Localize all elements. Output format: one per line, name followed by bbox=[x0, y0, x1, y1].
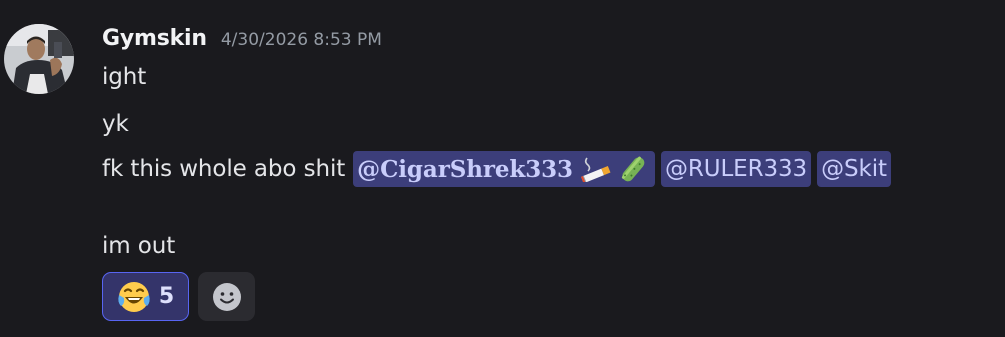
message-line: ight bbox=[102, 64, 147, 90]
reaction-count: 5 bbox=[158, 284, 175, 309]
mention-label: @CigarShrek333 bbox=[357, 155, 573, 183]
message-line: yk bbox=[102, 111, 129, 137]
timestamp[interactable]: 4/30/2026 8:53 PM bbox=[221, 30, 382, 50]
mention-ruler333[interactable]: @RULER333 bbox=[660, 151, 812, 187]
reactions-bar: 5 bbox=[102, 272, 255, 321]
message-text: fk this whole abo shit bbox=[102, 156, 346, 182]
mention-cigarshrek333[interactable]: @CigarShrek333 bbox=[353, 151, 655, 187]
username[interactable]: Gymskin bbox=[102, 26, 207, 51]
chat-message: Gymskin 4/30/2026 8:53 PM ight yk fk thi… bbox=[0, 0, 1005, 337]
message-line-with-mentions: fk this whole abo shit @CigarShrek333 @R… bbox=[102, 150, 891, 188]
reaction-joy[interactable]: 5 bbox=[102, 272, 189, 321]
cucumber-icon bbox=[621, 156, 645, 182]
face-with-tears-of-joy-icon bbox=[118, 281, 150, 312]
message-line: im out bbox=[102, 233, 176, 259]
avatar[interactable] bbox=[4, 24, 74, 94]
message-header: Gymskin 4/30/2026 8:53 PM bbox=[102, 26, 382, 56]
mention-skit[interactable]: @Skit bbox=[817, 151, 891, 187]
cigarette-icon bbox=[580, 157, 611, 182]
smiley-icon bbox=[212, 282, 241, 311]
mention-label: @RULER333 bbox=[664, 156, 808, 182]
avatar-photo bbox=[4, 24, 74, 94]
mention-label: @Skit bbox=[821, 156, 887, 182]
add-reaction-button[interactable] bbox=[198, 272, 255, 321]
